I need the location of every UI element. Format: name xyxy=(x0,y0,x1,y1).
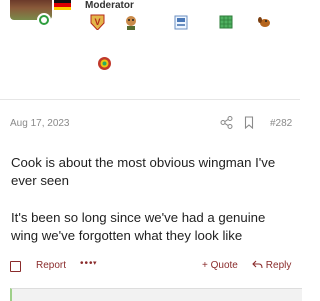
post-text-line: ever seen xyxy=(11,173,69,188)
more-options-button[interactable]: ••• xyxy=(80,258,94,269)
share-icon[interactable] xyxy=(220,116,233,132)
bookmark-icon[interactable] xyxy=(244,116,254,132)
badge-face-icon[interactable] xyxy=(123,14,139,30)
badge-round-emblem-icon[interactable] xyxy=(96,55,112,71)
chevron-down-icon: ▾ xyxy=(93,260,97,267)
badge-dog-icon[interactable] xyxy=(256,14,272,30)
reply-button[interactable]: Reply xyxy=(252,260,291,271)
post-date[interactable]: Aug 17, 2023 xyxy=(10,118,70,129)
quote-button[interactable]: + Quote xyxy=(202,260,238,271)
badge-grid-icon[interactable] xyxy=(218,14,234,30)
quick-reply-area[interactable] xyxy=(10,288,302,301)
user-role: Moderator xyxy=(85,0,134,11)
post-text-line: wing we've forgotten what they look like xyxy=(11,228,243,243)
select-post-checkbox[interactable] xyxy=(10,261,21,272)
report-button[interactable]: Report xyxy=(36,260,66,271)
reply-label: Reply xyxy=(265,260,292,271)
online-indicator-icon xyxy=(37,13,51,27)
reply-arrow-icon xyxy=(252,260,266,271)
germany-flag-icon xyxy=(54,0,71,10)
divider xyxy=(0,99,300,100)
badge-card-icon[interactable] xyxy=(173,14,189,30)
post-text-line: Cook is about the most obvious wingman I… xyxy=(11,155,276,170)
badge-v-shield-icon[interactable]: V xyxy=(89,14,105,30)
svg-text:V: V xyxy=(94,17,100,27)
post-number[interactable]: #282 xyxy=(270,118,292,129)
post-text-line: It's been so long since we've had a genu… xyxy=(11,210,266,225)
